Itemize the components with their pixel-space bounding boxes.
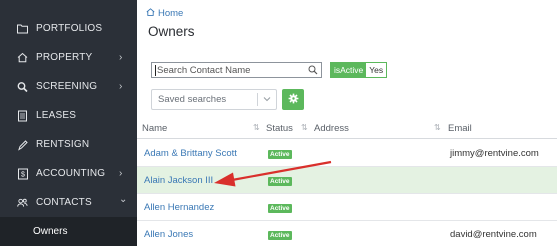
table-row-highlighted[interactable]: Alain Jackson III Active — [137, 167, 557, 194]
table-row[interactable]: Allen Jones Active david@rentvine.com — [137, 221, 557, 246]
sort-icon[interactable]: ⇅ — [434, 123, 441, 132]
chevron-down-icon: ⌄ — [119, 194, 128, 205]
sidebar-subitem-label: Owners — [33, 226, 68, 237]
sidebar-item-label: SCREENING — [36, 81, 98, 92]
breadcrumb-home-link[interactable]: Home — [158, 8, 183, 19]
sort-icon[interactable]: ⇅ — [301, 123, 308, 132]
search-icon[interactable] — [308, 65, 318, 78]
owner-email: david@rentvine.com — [450, 229, 537, 240]
status-badge: Active — [268, 150, 292, 159]
table-row[interactable]: Allen Hernandez Active — [137, 194, 557, 221]
home-icon — [146, 8, 155, 19]
sidebar-item-label: RENTSIGN — [36, 139, 90, 150]
contacts-icon — [17, 197, 28, 208]
sidebar-item-leases[interactable]: LEASES — [0, 101, 137, 130]
owner-name-link[interactable]: Allen Hernandez — [144, 202, 214, 213]
owner-email: jimmy@rentvine.com — [450, 148, 539, 159]
column-header-status[interactable]: Status — [266, 123, 293, 134]
sidebar-item-property[interactable]: PROPERTY › — [0, 43, 137, 72]
status-badge: Active — [268, 204, 292, 213]
folder-icon — [17, 23, 28, 34]
is-active-label: isActive — [331, 63, 367, 77]
owner-name-link[interactable]: Alain Jackson III — [144, 175, 213, 186]
owner-name-link[interactable]: Adam & Brittany Scott — [144, 148, 237, 159]
saved-searches-placeholder: Saved searches — [158, 94, 227, 105]
chevron-right-icon: › — [119, 81, 123, 92]
search-icon — [17, 81, 28, 92]
select-divider — [257, 93, 258, 106]
search-input[interactable]: Search Contact Name — [151, 62, 322, 78]
table-row[interactable]: Adam & Brittany Scott Active jimmy@rentv… — [137, 140, 557, 167]
is-active-value: Yes — [366, 63, 387, 77]
pen-icon — [17, 139, 28, 150]
sidebar: PORTFOLIOS PROPERTY › SCREENING › LEASES… — [0, 0, 137, 246]
breadcrumb[interactable]: Home — [146, 8, 183, 19]
sidebar-subitem-owners[interactable]: Owners — [0, 217, 137, 246]
chevron-right-icon: › — [119, 52, 123, 63]
sidebar-item-contacts[interactable]: CONTACTS ⌄ — [0, 188, 137, 217]
text-cursor — [155, 64, 156, 76]
gear-icon — [288, 91, 299, 109]
is-active-toggle[interactable]: isActive Yes — [330, 62, 388, 78]
home-icon — [17, 52, 28, 63]
search-placeholder: Search Contact Name — [157, 64, 251, 76]
chevron-down-icon — [262, 94, 272, 107]
column-header-name[interactable]: Name — [142, 123, 167, 134]
status-badge: Active — [268, 177, 292, 186]
settings-button[interactable] — [282, 89, 304, 110]
sidebar-item-rentsign[interactable]: RENTSIGN — [0, 130, 137, 159]
document-icon — [17, 110, 28, 121]
sidebar-item-label: CONTACTS — [36, 197, 92, 208]
column-header-email[interactable]: Email — [448, 123, 472, 134]
sidebar-item-label: PORTFOLIOS — [36, 23, 103, 34]
owner-name-link[interactable]: Allen Jones — [144, 229, 193, 240]
column-header-address[interactable]: Address — [314, 123, 349, 134]
sidebar-item-label: PROPERTY — [36, 52, 93, 63]
status-badge: Active — [268, 231, 292, 240]
sidebar-item-label: LEASES — [36, 110, 77, 121]
sidebar-item-label: ACCOUNTING — [36, 168, 106, 179]
sort-icon[interactable]: ⇅ — [253, 123, 260, 132]
ledger-icon: $ — [17, 168, 28, 179]
chevron-right-icon: › — [119, 168, 123, 179]
sidebar-item-accounting[interactable]: $ ACCOUNTING › — [0, 159, 137, 188]
table-header: Name ⇅ Status ⇅ Address ⇅ Email — [137, 117, 557, 139]
main-content: Home Owners Search Contact Name isActive… — [137, 0, 557, 246]
page-title: Owners — [148, 24, 195, 39]
sidebar-item-screening[interactable]: SCREENING › — [0, 72, 137, 101]
svg-text:$: $ — [20, 171, 24, 178]
saved-searches-select[interactable]: Saved searches — [151, 89, 277, 110]
sidebar-item-portfolios[interactable]: PORTFOLIOS — [0, 14, 137, 43]
